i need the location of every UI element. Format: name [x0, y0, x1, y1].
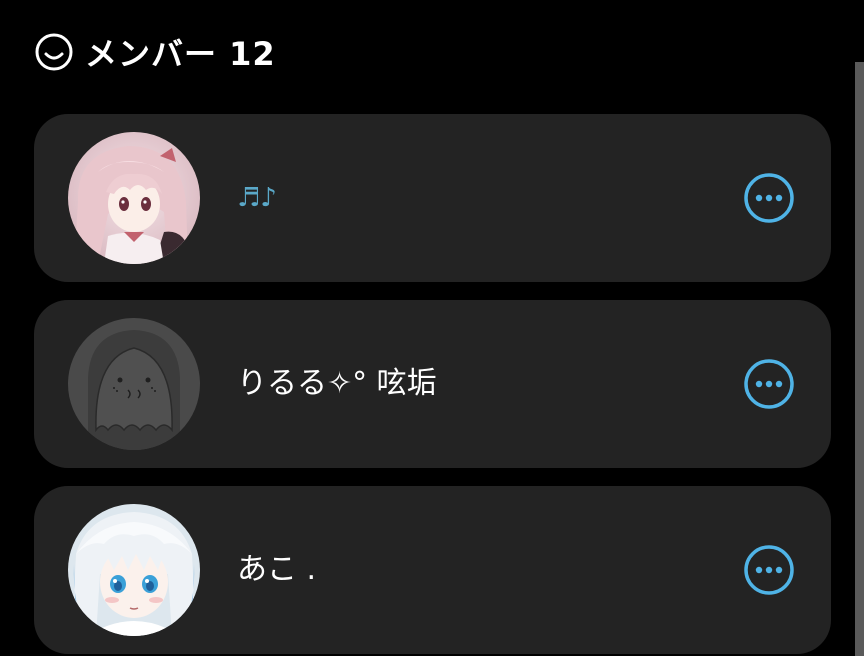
- anime-girl-blue-hair-avatar[interactable]: [68, 504, 200, 636]
- members-header: メンバー 12: [34, 30, 276, 74]
- member-name: りるる✧° 呟垢: [237, 366, 437, 401]
- more-horizontal-icon: [743, 172, 795, 224]
- more-options-button[interactable]: [743, 544, 795, 596]
- smile-face-icon: [34, 32, 74, 72]
- member-card[interactable]: りるる✧° 呟垢: [34, 300, 831, 468]
- member-list: ♬♪ りるる✧° 呟垢 あこ .: [34, 114, 831, 656]
- more-options-button[interactable]: [743, 358, 795, 410]
- scrollbar[interactable]: [855, 62, 864, 656]
- member-name: ♬♪: [237, 183, 277, 213]
- member-card[interactable]: あこ .: [34, 486, 831, 654]
- more-horizontal-icon: [743, 544, 795, 596]
- more-options-button[interactable]: [743, 172, 795, 224]
- member-list-screen: メンバー 12 ♬♪ りるる✧° 呟垢 あこ .: [0, 0, 864, 656]
- anime-girl-pink-hair-avatar[interactable]: [68, 132, 200, 264]
- member-card[interactable]: ♬♪: [34, 114, 831, 282]
- ghost-sketch-avatar[interactable]: [68, 318, 200, 450]
- member-name: あこ .: [237, 552, 317, 587]
- members-title: メンバー 12: [85, 35, 276, 73]
- more-horizontal-icon: [743, 358, 795, 410]
